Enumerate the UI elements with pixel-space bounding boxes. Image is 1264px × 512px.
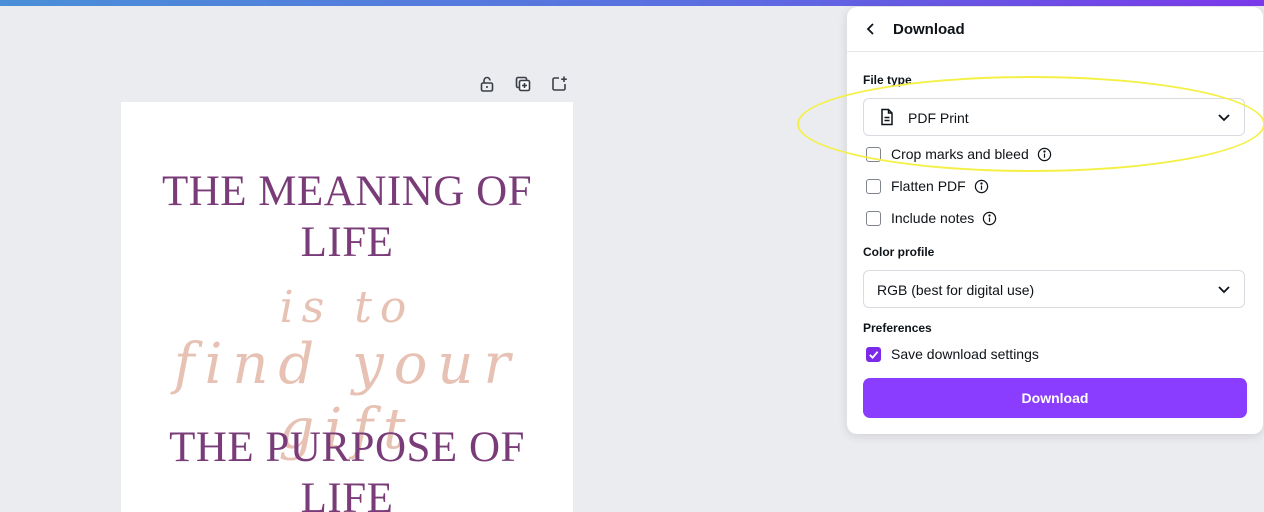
save-settings-label: Save download settings [891,346,1039,362]
script-text-is-to: is to [279,282,415,333]
page-toolbar [476,73,570,95]
color-profile-label: Color profile [863,245,935,259]
crop-marks-option[interactable]: Crop marks and bleed [866,144,1052,164]
info-icon[interactable] [974,179,989,194]
save-settings-checkbox[interactable] [866,346,881,362]
flatten-pdf-label: Flatten PDF [891,178,966,194]
design-canvas[interactable]: THE MEANING OF LIFE is to find your gift… [121,102,573,512]
file-type-select[interactable]: PDF Print [863,98,1245,136]
checkmark-icon [869,350,879,359]
save-settings-option[interactable]: Save download settings [866,344,1039,364]
crop-marks-label: Crop marks and bleed [891,146,1029,162]
headline-line: THE MEANING OF [161,168,533,215]
headline-line: LIFE [300,219,394,266]
preferences-label: Preferences [863,321,932,335]
chevron-down-icon [1218,114,1230,122]
include-notes-option[interactable]: Include notes [866,208,997,228]
back-button[interactable] [861,19,881,39]
info-icon[interactable] [1037,147,1052,162]
file-type-label: File type [863,73,912,87]
flatten-pdf-checkbox[interactable] [866,178,881,194]
duplicate-page-icon[interactable] [512,73,534,95]
headline-purpose: THE PURPOSE OF LIFE [121,422,573,512]
info-icon[interactable] [982,211,997,226]
headline-line: THE PURPOSE OF [169,424,525,471]
file-type-value: PDF Print [908,110,969,126]
headline-line: LIFE [300,475,394,512]
flatten-pdf-option[interactable]: Flatten PDF [866,176,989,196]
download-button[interactable]: Download [863,378,1247,418]
headline-meaning: THE MEANING OF LIFE [121,166,573,268]
color-profile-select[interactable]: RGB (best for digital use) [863,270,1245,308]
include-notes-label: Include notes [891,210,975,226]
panel-header: Download [847,7,1263,52]
download-panel: Download File type PDF Print Crop marks … [847,7,1263,434]
chevron-left-icon [866,23,874,35]
lock-icon[interactable] [476,73,498,95]
include-notes-checkbox[interactable] [866,210,881,226]
document-icon [881,108,893,126]
color-profile-value: RGB (best for digital use) [877,282,1035,298]
chevron-down-icon [1218,286,1230,294]
add-page-icon[interactable] [548,73,570,95]
top-gradient-bar [0,0,1264,6]
panel-title: Download [893,21,965,38]
crop-marks-checkbox[interactable] [866,146,881,162]
